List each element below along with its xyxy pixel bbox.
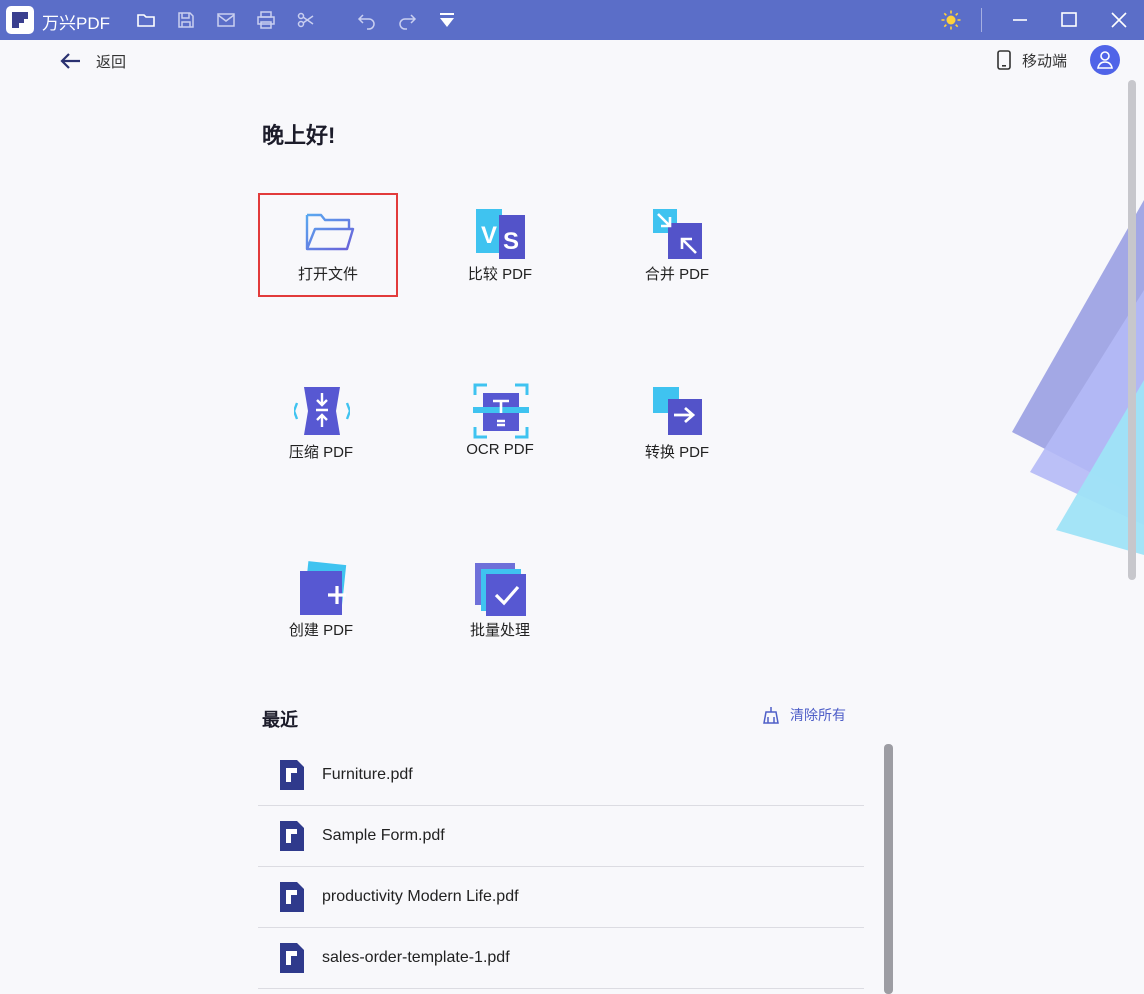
file-name: Sample Form.pdf bbox=[322, 827, 445, 844]
back-button[interactable]: 返回 bbox=[60, 48, 126, 74]
theme-sun-icon[interactable] bbox=[941, 10, 961, 30]
recent-file-item[interactable]: sales-order-template-1.pdf bbox=[258, 928, 864, 989]
merge-icon bbox=[653, 209, 702, 259]
close-icon[interactable] bbox=[1109, 10, 1129, 30]
arrow-left-icon bbox=[60, 53, 80, 69]
batch-icon bbox=[475, 563, 526, 616]
create-icon bbox=[300, 561, 347, 615]
tool-ocr-pdf[interactable]: OCR PDF bbox=[432, 373, 568, 473]
tool-label: 转换 PDF bbox=[644, 444, 710, 461]
maximize-icon[interactable] bbox=[1059, 10, 1079, 30]
compress-icon bbox=[294, 387, 350, 435]
recent-file-item[interactable]: Sample Form.pdf bbox=[258, 806, 864, 867]
file-name: sales-order-template-1.pdf bbox=[322, 949, 510, 966]
pdf-file-icon bbox=[280, 882, 304, 912]
ocr-icon bbox=[473, 383, 529, 439]
mobile-phone-icon bbox=[997, 50, 1011, 70]
tool-label: 合并 PDF bbox=[644, 266, 710, 283]
convert-icon bbox=[653, 387, 702, 435]
decorative-fan-graphic bbox=[1012, 200, 1144, 555]
tool-convert-pdf[interactable]: 转换 PDF bbox=[609, 373, 745, 473]
recent-file-item[interactable]: productivity Modern Life.pdf bbox=[258, 867, 864, 928]
recent-list-scrollbar[interactable] bbox=[884, 744, 893, 994]
print-icon[interactable] bbox=[256, 10, 276, 30]
undo-icon[interactable] bbox=[357, 10, 377, 30]
avatar[interactable] bbox=[1090, 45, 1120, 75]
tool-label: 比较 PDF bbox=[467, 266, 533, 283]
tool-open-file[interactable]: 打开文件 bbox=[258, 193, 398, 297]
recent-file-item[interactable]: Furniture.pdf bbox=[258, 745, 864, 806]
tool-compare-pdf[interactable]: V S 比较 PDF bbox=[432, 195, 568, 295]
clear-all-label: 清除所有 bbox=[790, 707, 846, 723]
tool-label: 压缩 PDF bbox=[288, 444, 354, 461]
tool-merge-pdf[interactable]: 合并 PDF bbox=[609, 195, 745, 295]
save-icon[interactable] bbox=[176, 10, 196, 30]
tool-label: 创建 PDF bbox=[288, 622, 354, 639]
tool-compress-pdf[interactable]: 压缩 PDF bbox=[253, 373, 389, 473]
tool-label: 批量处理 bbox=[469, 622, 530, 639]
mobile-button[interactable]: 移动端 bbox=[996, 48, 1067, 72]
clear-all-button[interactable]: 清除所有 bbox=[762, 704, 846, 726]
scissors-icon[interactable] bbox=[296, 10, 316, 30]
svg-text:S: S bbox=[503, 228, 519, 255]
main-scrollbar[interactable] bbox=[1128, 80, 1136, 580]
redo-icon[interactable] bbox=[397, 10, 417, 30]
broom-icon bbox=[763, 707, 779, 724]
file-name: productivity Modern Life.pdf bbox=[322, 888, 519, 905]
minimize-icon[interactable] bbox=[1010, 10, 1030, 30]
svg-text:V: V bbox=[481, 222, 497, 249]
tool-label: OCR PDF bbox=[466, 441, 534, 458]
title-bar: 万兴PDF bbox=[0, 0, 1144, 40]
user-icon bbox=[1097, 51, 1113, 69]
pdf-file-icon bbox=[280, 943, 304, 973]
mobile-label: 移动端 bbox=[1022, 52, 1068, 70]
folder-icon bbox=[305, 213, 355, 251]
pdf-file-icon bbox=[280, 821, 304, 851]
pdf-file-icon bbox=[280, 760, 304, 790]
tool-batch-process[interactable]: 批量处理 bbox=[432, 551, 568, 651]
file-name: Furniture.pdf bbox=[322, 766, 413, 783]
tool-label: 打开文件 bbox=[297, 266, 358, 283]
recent-file-list: Furniture.pdf Sample Form.pdf productivi… bbox=[258, 745, 864, 989]
app-name: 万兴PDF bbox=[42, 14, 110, 33]
open-folder-icon[interactable] bbox=[136, 10, 156, 30]
tool-create-pdf[interactable]: 创建 PDF bbox=[253, 551, 389, 651]
titlebar-divider bbox=[981, 8, 982, 32]
greeting-title: 晚上好! bbox=[262, 123, 336, 148]
mail-icon[interactable] bbox=[216, 10, 236, 30]
recent-section-title: 最近 bbox=[262, 710, 298, 730]
back-label: 返回 bbox=[96, 53, 127, 71]
compare-icon: V S bbox=[476, 209, 525, 259]
dropdown-menu-icon[interactable] bbox=[437, 10, 457, 30]
app-logo-icon bbox=[6, 6, 34, 34]
